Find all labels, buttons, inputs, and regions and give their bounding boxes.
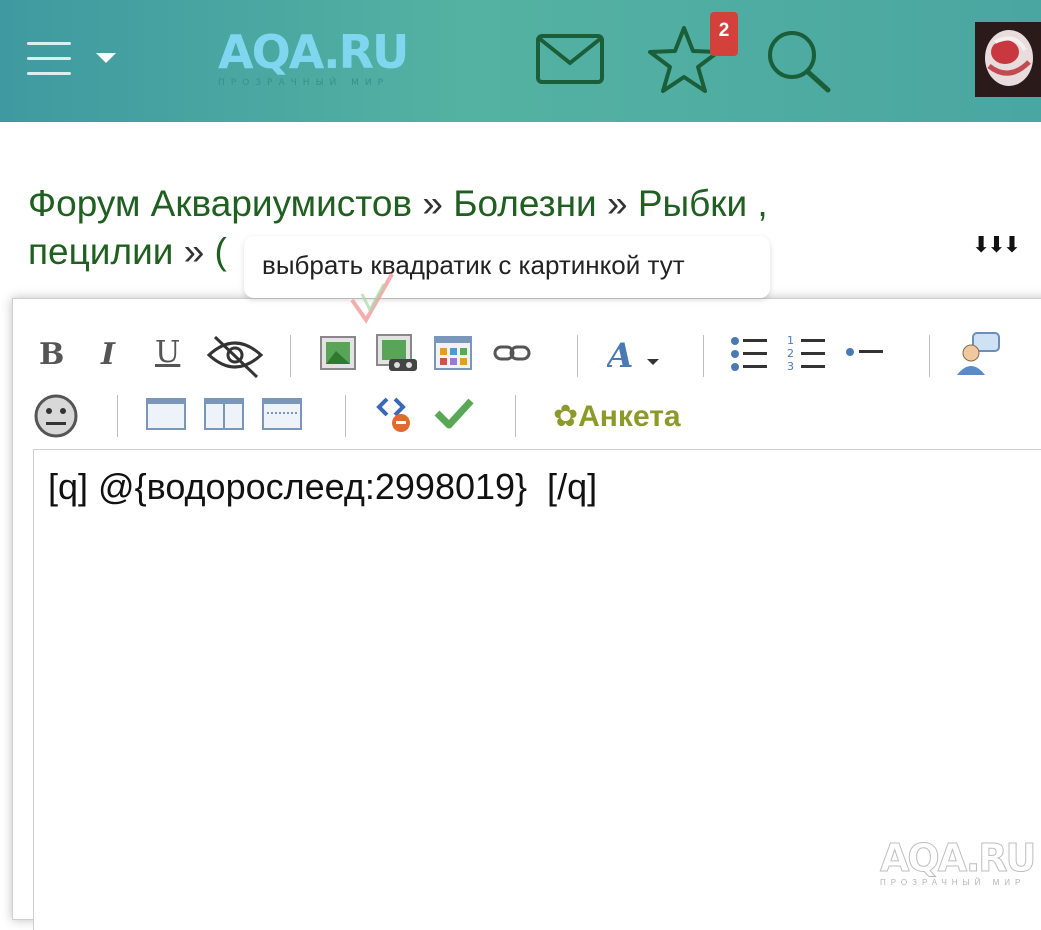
menu-icon	[27, 40, 71, 78]
post-editor: B I U A 1 2 3 ✿Анкета [q] @{водорослеед:…	[12, 298, 1041, 930]
search-button[interactable]	[762, 26, 834, 96]
block-button[interactable]	[145, 397, 187, 431]
image-gallery-button[interactable]	[375, 333, 419, 375]
svg-text:A: A	[607, 336, 633, 375]
bullet-list-button[interactable]	[729, 335, 769, 373]
list-item-button[interactable]	[845, 345, 885, 359]
breadcrumb-separator: »	[422, 183, 443, 224]
code-icon	[376, 397, 410, 432]
numbered-list-icon: 1 2 3	[787, 334, 825, 373]
breadcrumb-truncated[interactable]: (	[215, 231, 227, 272]
site-logo[interactable]: AQA.RU ПРОЗРАЧНЫЙ МИР	[218, 26, 418, 90]
logo-text: AQA.RU	[218, 25, 409, 79]
svg-text:3: 3	[787, 360, 794, 373]
bold-button[interactable]: B	[39, 337, 64, 372]
toolbar-divider	[290, 335, 291, 377]
pointer-mark-icon	[350, 273, 394, 324]
tooltip: выбрать квадратик с картинкой тут	[244, 236, 770, 298]
anketa-label: Анкета	[578, 400, 681, 433]
toolbar-divider	[703, 335, 704, 377]
breadcrumb-fish[interactable]: Рыбки ,	[638, 183, 768, 224]
block-icon	[146, 398, 186, 430]
breadcrumb-forum[interactable]: Форум Аквариумистов	[28, 183, 412, 224]
menu-button[interactable]	[22, 40, 122, 84]
top-bar: AQA.RU ПРОЗРАЧНЫЙ МИР 2	[0, 0, 1041, 122]
mail-button[interactable]	[534, 30, 606, 88]
italic-button[interactable]: I	[101, 337, 115, 372]
spoiler-icon	[262, 398, 302, 430]
smiley-icon	[34, 394, 78, 438]
gear-icon: ✿	[553, 400, 579, 433]
breadcrumb-separator: »	[183, 231, 205, 272]
watermark-subtitle: ПРОЗРАЧНЫЙ МИР	[880, 878, 1026, 887]
quote-user-button[interactable]	[955, 331, 1001, 377]
logo-subtitle: ПРОЗРАЧНЫЙ МИР	[218, 78, 390, 88]
code-button[interactable]	[375, 395, 415, 435]
svg-text:1: 1	[787, 334, 794, 347]
watermark: AQA.RU ПРОЗРАЧНЫЙ МИР	[880, 838, 1040, 898]
underline-button[interactable]: U	[155, 335, 180, 370]
breadcrumb-pecilii[interactable]: пецилии	[28, 231, 173, 272]
list-item-icon	[846, 348, 883, 356]
chevron-down-icon	[96, 53, 116, 63]
approve-button[interactable]	[433, 397, 475, 429]
breadcrumb-separator: »	[606, 183, 628, 224]
image-icon	[320, 336, 356, 370]
svg-text:2: 2	[787, 347, 794, 360]
toolbar-divider	[515, 395, 516, 437]
avatar-image	[975, 22, 1041, 97]
columns-button[interactable]	[203, 397, 245, 431]
checkmark-icon	[434, 398, 474, 429]
watermark-text: AQA.RU	[880, 836, 1037, 880]
insert-image-button[interactable]	[319, 335, 357, 371]
search-icon	[768, 31, 831, 93]
spoiler-button[interactable]	[261, 397, 303, 431]
avatar[interactable]	[975, 22, 1041, 97]
font-color-button[interactable]: A	[604, 335, 667, 376]
eye-slash-icon	[206, 335, 264, 379]
scroll-down-arrows[interactable]: ⬇⬇⬇	[972, 232, 1021, 258]
hide-button[interactable]	[205, 333, 265, 379]
breadcrumb-diseases[interactable]: Болезни	[453, 183, 596, 224]
link-icon	[493, 345, 531, 361]
numbered-list-button[interactable]: 1 2 3	[787, 333, 827, 373]
toolbar-divider	[929, 335, 930, 377]
anketa-button[interactable]: ✿Анкета	[553, 399, 681, 434]
notification-badge: 2	[710, 12, 738, 56]
columns-icon	[204, 398, 244, 430]
gallery-button[interactable]	[433, 335, 473, 371]
toolbar-divider	[577, 335, 578, 377]
font-style-icon: A	[604, 336, 659, 376]
gallery-grid-icon	[434, 336, 472, 370]
bullet-list-icon	[731, 337, 767, 371]
image-upload-icon	[376, 334, 417, 371]
insert-link-button[interactable]	[493, 343, 531, 363]
emoji-button[interactable]	[33, 393, 79, 439]
user-comment-icon	[957, 332, 1000, 375]
mail-icon	[536, 34, 604, 84]
message-content: [q] @{водорослеед:2998019} [/q]	[48, 466, 598, 507]
toolbar-divider	[117, 395, 118, 437]
toolbar-divider	[345, 395, 346, 437]
